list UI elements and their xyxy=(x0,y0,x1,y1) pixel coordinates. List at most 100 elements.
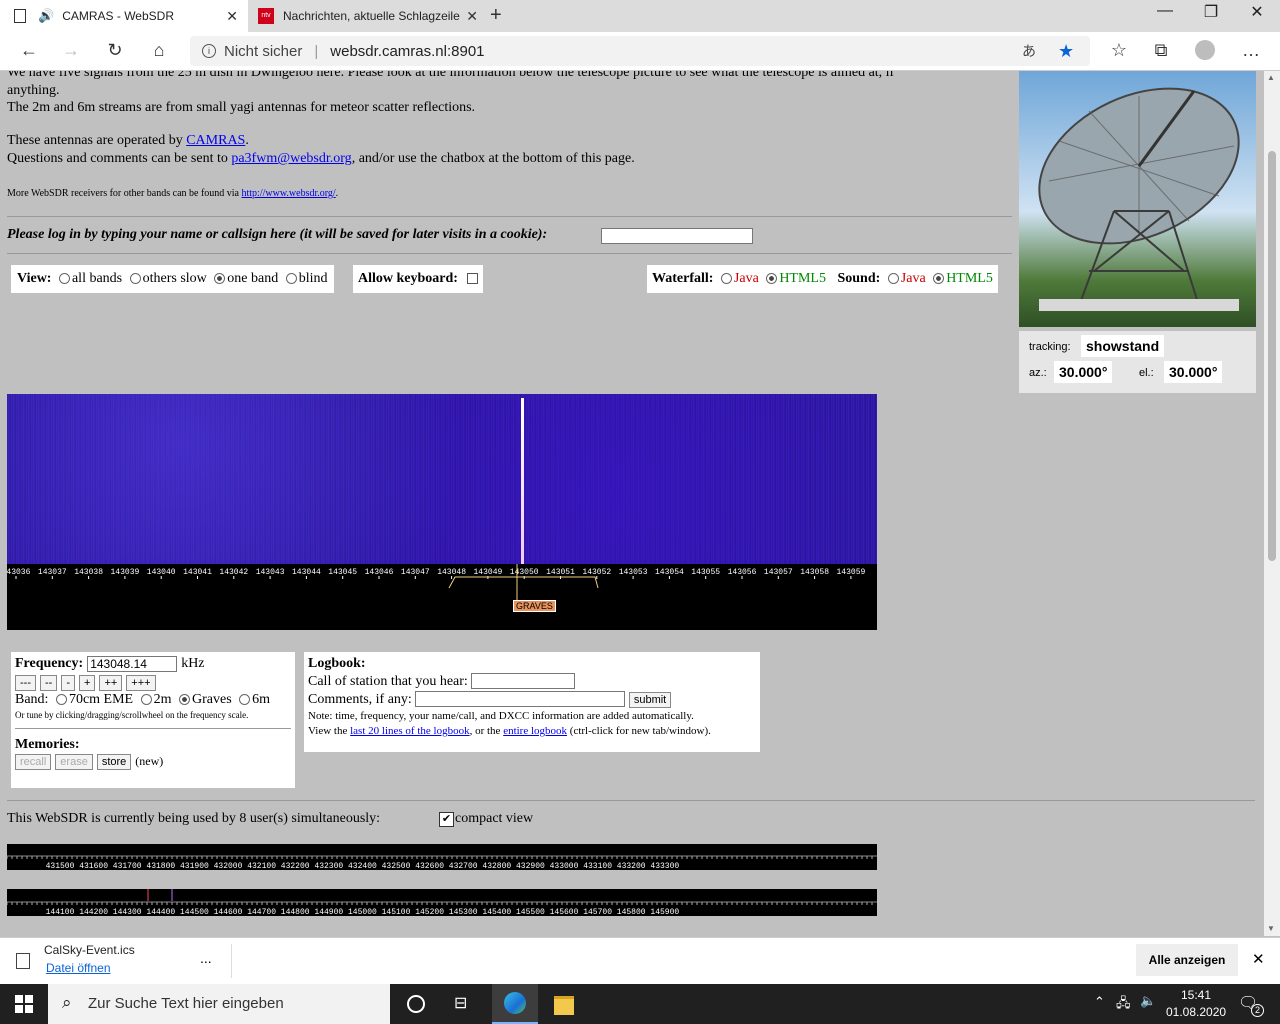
radio-telescope-illustration xyxy=(1038,87,1240,311)
band-scale-tick-label: 432100 xyxy=(247,862,276,870)
minimize-icon[interactable]: — xyxy=(1142,2,1188,20)
scale-tick-label: 143046 xyxy=(365,568,394,577)
band-view-2m[interactable]: 144100 144200 144300 144400 144500 144600 1447… xyxy=(6,889,877,917)
comments-input[interactable] xyxy=(415,691,626,707)
home-icon[interactable]: ⌂ xyxy=(144,40,174,61)
forward-icon[interactable]: → xyxy=(56,40,86,61)
websdr-link[interactable]: http://www.websdr.org/ xyxy=(242,188,336,199)
tune-down-3-button[interactable]: --- xyxy=(15,675,36,691)
reload-icon[interactable]: ↻ xyxy=(100,40,130,61)
sound-html5-radio[interactable] xyxy=(933,273,945,285)
scale-tick-label: 143049 xyxy=(473,568,502,577)
clock-date[interactable]: 01.08.2020 xyxy=(1166,1005,1226,1019)
back-icon[interactable]: ← xyxy=(14,40,44,61)
tab-ntv[interactable]: ntv Nachrichten, aktuelle Schlagzeile ✕ xyxy=(248,0,488,32)
info-icon[interactable]: i xyxy=(202,44,216,58)
scroll-up-icon[interactable]: ▲ xyxy=(1267,73,1275,82)
close-tab-icon[interactable]: ✕ xyxy=(466,8,478,25)
waterfall-html5-radio[interactable] xyxy=(766,273,778,285)
restore-icon[interactable]: ❐ xyxy=(1188,2,1234,22)
memories-label: Memories: xyxy=(15,737,80,752)
call-input[interactable] xyxy=(471,673,576,689)
tune-down-1-button[interactable]: - xyxy=(61,675,75,691)
scale-tick-label: 143047 xyxy=(401,568,430,577)
entire-logbook-link[interactable]: entire logbook xyxy=(503,725,567,737)
favorite-star-icon[interactable]: ★ xyxy=(1058,41,1074,62)
volume-icon[interactable]: 🔈 xyxy=(1140,993,1156,1009)
scale-tick-label: 143050 xyxy=(510,568,539,577)
recall-button[interactable]: recall xyxy=(15,754,52,770)
menu-icon[interactable]: … xyxy=(1236,40,1266,61)
open-file-link[interactable]: Datei öffnen xyxy=(46,961,111,975)
band-scale-tick-label: 145200 xyxy=(415,908,444,916)
edge-icon[interactable] xyxy=(492,984,538,1024)
audio-icon[interactable]: 🔊 xyxy=(38,8,54,24)
tab-camras[interactable]: 🔊 CAMRAS - WebSDR ✕ xyxy=(0,0,248,32)
scale-tick-label: 143043 xyxy=(256,568,285,577)
erase-button[interactable]: erase xyxy=(55,754,93,770)
view-radio-one-band[interactable] xyxy=(214,273,226,285)
clock-time[interactable]: 15:41 xyxy=(1181,988,1211,1002)
network-icon[interactable]: 🖧 xyxy=(1116,994,1131,1016)
more-websdr-line: More WebSDR receivers for other bands ca… xyxy=(7,188,338,199)
cortana-icon[interactable] xyxy=(407,995,425,1013)
band-radio-graves[interactable] xyxy=(179,694,190,706)
band-view-70cm[interactable]: 431500 431600 431700 431800 431900 432000 4321… xyxy=(6,844,877,871)
questions-line: Questions and comments can be sent to pa… xyxy=(7,151,635,167)
favorites-icon[interactable]: ☆ xyxy=(1104,40,1134,61)
store-button[interactable]: store xyxy=(96,754,132,770)
memories-divider xyxy=(15,728,291,729)
page-scrollbar[interactable]: ▲ ▼ xyxy=(1264,71,1280,936)
collections-icon[interactable]: ⧉ xyxy=(1146,40,1176,61)
scroll-thumb[interactable] xyxy=(1268,151,1276,561)
file-explorer-icon[interactable] xyxy=(554,996,574,1015)
close-window-icon[interactable]: ✕ xyxy=(1234,2,1280,22)
frequency-scale[interactable]: 143036 143037 143038 143039 143040 143041 1430… xyxy=(7,564,877,630)
sound-java-radio[interactable] xyxy=(887,273,899,285)
windows-start-icon[interactable] xyxy=(15,995,33,1013)
tune-up-1-button[interactable]: + xyxy=(79,675,96,691)
download-filename[interactable]: CalSky-Event.ics xyxy=(44,943,135,957)
url-field[interactable]: i Nicht sicher | websdr.camras.nl:8901 あ… xyxy=(190,36,1090,66)
tray-chevron-icon[interactable]: ⌃ xyxy=(1094,994,1105,1010)
tune-up-3-button[interactable]: +++ xyxy=(126,675,156,691)
last-20-lines-link[interactable]: last 20 lines of the logbook xyxy=(350,725,469,737)
compact-view-checkbox[interactable]: ✔ xyxy=(439,812,454,827)
submit-button[interactable]: submit xyxy=(628,692,672,708)
email-link[interactable]: pa3fwm@websdr.org xyxy=(231,151,351,166)
waterfall-java-radio[interactable] xyxy=(720,273,732,285)
band-radio-2m[interactable] xyxy=(140,694,152,706)
profile-avatar[interactable] xyxy=(1190,40,1220,65)
camras-link[interactable]: CAMRAS xyxy=(186,133,245,148)
close-tab-icon[interactable]: ✕ xyxy=(226,8,238,25)
view-radio-blind[interactable] xyxy=(285,273,297,285)
graves-marker[interactable]: GRAVES xyxy=(513,600,556,612)
show-all-button[interactable]: Alle anzeigen xyxy=(1136,944,1238,976)
taskbar: ⌕ Zur Suche Text hier eingeben ⊟ ⌃ 🖧 🔈 1… xyxy=(0,984,1280,1024)
band-scale-tick-label: 145800 xyxy=(617,908,646,916)
passband-indicator[interactable] xyxy=(448,576,599,589)
new-tab-icon[interactable]: + xyxy=(490,4,502,27)
waterfall-display[interactable] xyxy=(7,394,877,564)
band-option-label: Graves xyxy=(192,692,232,707)
band-scale-tick-label: 144100 xyxy=(46,908,75,916)
view-radio-all-bands[interactable] xyxy=(58,273,70,285)
frequency-input[interactable] xyxy=(87,656,178,672)
download-more-icon[interactable]: ... xyxy=(200,950,212,966)
scale-tick-label: 143058 xyxy=(800,568,829,577)
keyboard-checkbox[interactable] xyxy=(467,273,479,285)
translate-icon[interactable]: あ xyxy=(1022,41,1036,61)
close-download-icon[interactable]: ✕ xyxy=(1252,950,1265,968)
band-radio-70cm[interactable] xyxy=(55,694,67,706)
tune-up-2-button[interactable]: ++ xyxy=(99,675,123,691)
band-radio-6m[interactable] xyxy=(239,694,251,706)
view-option-label: one band xyxy=(227,271,279,286)
task-view-icon[interactable]: ⊟ xyxy=(454,993,467,1013)
band-scale-tick-label: 432900 xyxy=(516,862,545,870)
callsign-input[interactable] xyxy=(601,228,753,244)
operated-suffix: . xyxy=(245,133,249,148)
taskbar-search[interactable]: ⌕ Zur Suche Text hier eingeben xyxy=(48,984,390,1024)
view-radio-others-slow[interactable] xyxy=(129,273,141,285)
tune-down-2-button[interactable]: -- xyxy=(40,675,58,691)
scroll-down-icon[interactable]: ▼ xyxy=(1267,924,1275,933)
